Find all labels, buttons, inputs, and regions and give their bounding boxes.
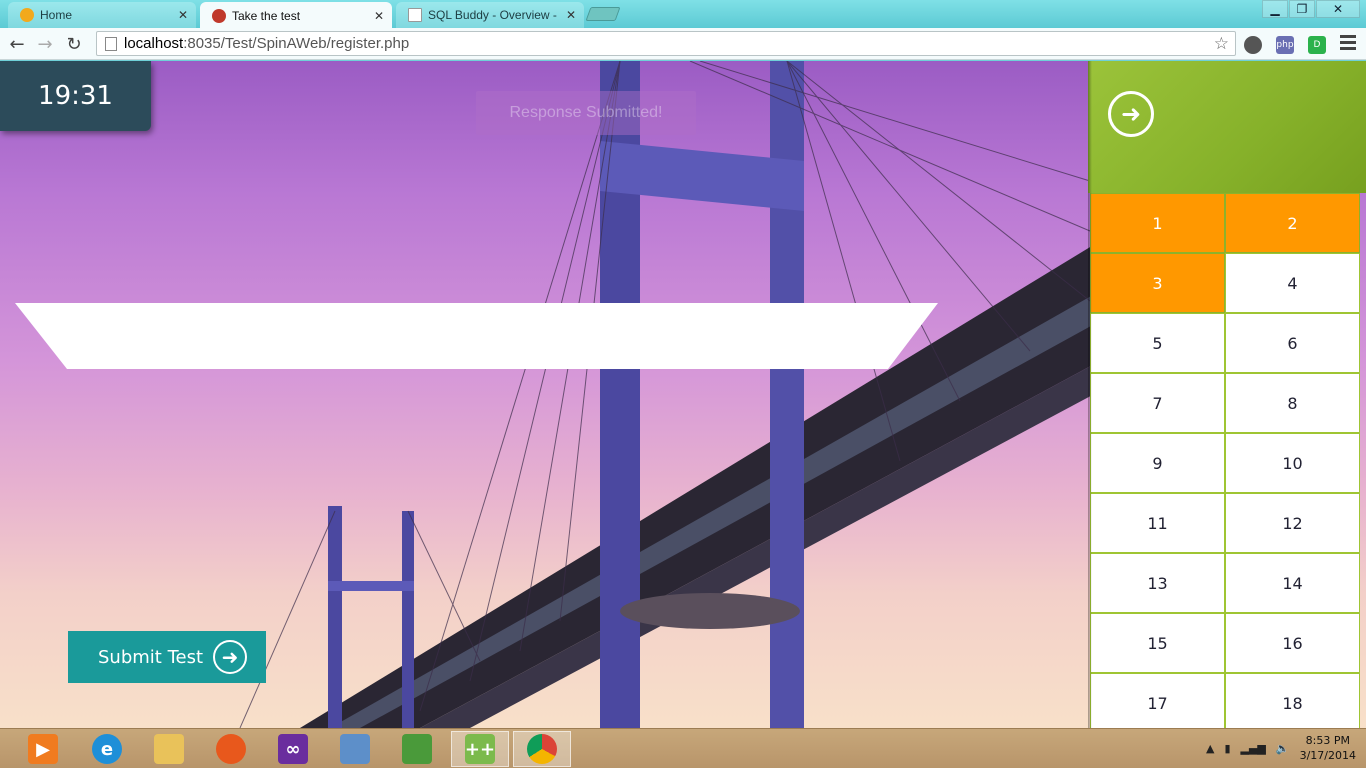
question-button-2[interactable]: 2 — [1225, 193, 1360, 253]
question-button-10[interactable]: 10 — [1225, 433, 1360, 493]
question-button-15[interactable]: 15 — [1090, 613, 1225, 673]
countdown-timer: 19:31 — [0, 61, 151, 131]
question-button-4[interactable]: 4 — [1225, 253, 1360, 313]
window-controls: ▁ ❐ ✕ — [1261, 0, 1360, 18]
bird-icon — [212, 8, 226, 23]
tab-title: Take the test — [232, 8, 301, 23]
notepad-plus-icon[interactable]: ++ — [451, 731, 509, 767]
question-button-6[interactable]: 6 — [1225, 313, 1360, 373]
question-navigator-panel: ➜ 1 2 3 4 5 6 7 8 9 10 11 12 13 14 15 16 17 18 — [1088, 61, 1366, 728]
windows-taskbar: ▶ e ∞ ++ ▲ ▮ ▂▄▆ 🔈 8:53 PM 3/17/2014 — [0, 728, 1366, 768]
page-icon — [105, 36, 117, 51]
question-button-8[interactable]: 8 — [1225, 373, 1360, 433]
question-button-18[interactable]: 18 — [1225, 673, 1360, 728]
clock-time: 8:53 PM — [1305, 734, 1350, 747]
back-arrow-icon[interactable]: ← — [5, 32, 29, 56]
minimize-button[interactable]: ▁ — [1262, 0, 1288, 18]
tab-title: SQL Buddy - Overview - s — [428, 8, 560, 22]
submit-test-label: Submit Test — [98, 646, 204, 668]
question-button-7[interactable]: 7 — [1090, 373, 1225, 433]
tab-title: Home — [40, 8, 73, 22]
close-icon[interactable]: ✕ — [566, 8, 576, 22]
forward-arrow-icon[interactable]: → — [33, 32, 57, 56]
question-grid: 1 2 3 4 5 6 7 8 9 10 11 12 13 14 15 16 17 18 — [1090, 193, 1360, 728]
php-extension-icon[interactable]: php — [1276, 36, 1294, 54]
close-icon[interactable]: ✕ — [374, 9, 384, 23]
internet-explorer-icon[interactable]: e — [78, 731, 136, 767]
submit-test-button[interactable]: Submit Test ➜ — [68, 631, 266, 683]
tab-home[interactable]: Home ✕ — [8, 2, 196, 28]
question-button-14[interactable]: 14 — [1225, 553, 1360, 613]
home-icon — [20, 8, 34, 22]
window-close-button[interactable]: ✕ — [1316, 0, 1360, 18]
address-bar[interactable]: localhost:8035/Test/SpinAWeb/register.ph… — [96, 31, 1236, 56]
firefox-icon[interactable] — [202, 731, 260, 767]
question-button-3[interactable]: 3 — [1090, 253, 1225, 313]
restore-button[interactable]: ❐ — [1289, 0, 1315, 18]
d-extension-icon[interactable]: D — [1308, 36, 1326, 54]
reload-icon[interactable]: ↻ — [62, 32, 86, 56]
browser-toolbar: ← → ↻ localhost:8035/Test/SpinAWeb/regis… — [0, 28, 1366, 60]
media-player-icon[interactable]: ▶ — [14, 731, 72, 767]
evernote-icon[interactable] — [388, 731, 446, 767]
clock-date: 3/17/2014 — [1299, 749, 1356, 762]
panel-shadow — [1088, 61, 1092, 728]
network-signal-icon[interactable]: ▂▄▆ — [1241, 742, 1266, 755]
panel-header: ➜ — [1088, 61, 1366, 193]
visual-studio-icon[interactable]: ∞ — [264, 731, 322, 767]
question-button-17[interactable]: 17 — [1090, 673, 1225, 728]
url-text: localhost:8035/Test/SpinAWeb/register.ph… — [124, 35, 410, 52]
question-button-11[interactable]: 11 — [1090, 493, 1225, 553]
new-tab-button[interactable] — [585, 7, 621, 21]
question-banner — [15, 303, 938, 369]
show-hidden-icons-icon[interactable]: ▲ — [1206, 742, 1214, 755]
file-explorer-icon[interactable] — [140, 731, 198, 767]
chrome-menu-icon[interactable] — [1340, 35, 1356, 53]
question-button-13[interactable]: 13 — [1090, 553, 1225, 613]
next-arrow-icon[interactable]: ➜ — [1108, 91, 1154, 137]
question-button-5[interactable]: 5 — [1090, 313, 1225, 373]
question-button-1[interactable]: 1 — [1090, 193, 1225, 253]
virtualbox-icon[interactable] — [326, 731, 384, 767]
arrow-right-icon: ➜ — [213, 640, 248, 674]
question-button-12[interactable]: 12 — [1225, 493, 1360, 553]
system-tray: ▲ ▮ ▂▄▆ 🔈 8:53 PM 3/17/2014 — [1206, 733, 1356, 763]
close-icon[interactable]: ✕ — [178, 8, 188, 22]
battery-icon[interactable]: ▮ — [1224, 742, 1230, 755]
question-button-9[interactable]: 9 — [1090, 433, 1225, 493]
volume-icon[interactable]: 🔈 — [1276, 742, 1290, 755]
question-button-16[interactable]: 16 — [1225, 613, 1360, 673]
taskbar-clock[interactable]: 8:53 PM 3/17/2014 — [1300, 733, 1356, 763]
page-viewport: 19:31 Response Submitted! Submit Test ➜ … — [0, 61, 1366, 728]
browser-titlebar: Home ✕ Take the test ✕ SQL Buddy - Overv… — [0, 0, 1366, 29]
page-icon — [408, 8, 422, 22]
chrome-icon[interactable] — [513, 731, 571, 767]
extension-circle-icon[interactable] — [1244, 36, 1262, 54]
tab-sql-buddy[interactable]: SQL Buddy - Overview - s ✕ — [396, 2, 584, 28]
response-submitted-toast: Response Submitted! — [476, 91, 696, 135]
bookmark-star-icon[interactable]: ☆ — [1214, 34, 1229, 54]
tab-take-the-test[interactable]: Take the test ✕ — [200, 2, 392, 29]
